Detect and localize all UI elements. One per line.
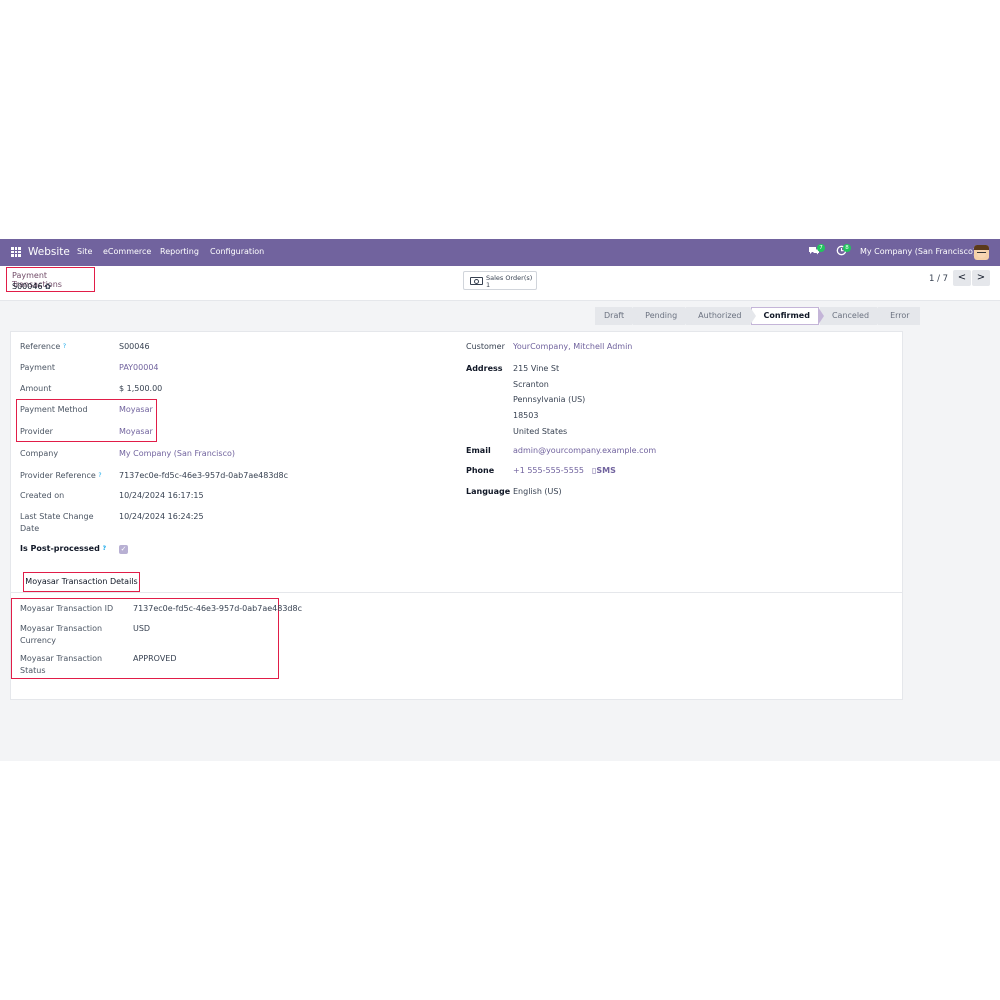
activity-badge: 8 [843, 244, 851, 252]
smart-button-label: Sales Order(s) [486, 274, 533, 282]
payment-link[interactable]: PAY00004 [119, 362, 159, 374]
moyasar-currency-value: USD [133, 624, 151, 633]
created-on-label: Created on [20, 491, 65, 500]
breadcrumb-current: S00046 ✿ [12, 282, 51, 291]
help-icon[interactable]: ? [63, 343, 66, 350]
pager-counter[interactable]: 1 / 7 [929, 274, 948, 284]
stage-confirmed[interactable]: Confirmed [750, 307, 824, 325]
customer-link[interactable]: YourCompany, Mitchell Admin [513, 341, 632, 353]
provider-reference-value: 7137ec0e-fd5c-46e3-957d-0ab7ae483d8c [119, 471, 288, 480]
top-navbar: Website Site eCommerce Reporting Configu… [0, 239, 1000, 266]
address-line-city: Scranton [513, 380, 549, 389]
payment-label: Payment [20, 363, 56, 372]
address-line-country: United States [513, 427, 568, 436]
provider-label: Provider [20, 427, 53, 436]
stage-authorized[interactable]: Authorized [686, 307, 756, 325]
control-panel: Payment Transactions S00046 ✿ Sales Order… [0, 266, 1000, 301]
menu-configuration[interactable]: Configuration [210, 247, 264, 256]
chevron-left-icon: < [957, 272, 967, 283]
sales-orders-smart-button[interactable]: Sales Order(s) 1 [463, 271, 537, 290]
company-link[interactable]: My Company (San Francisco) [119, 448, 235, 460]
amount-label: Amount [20, 384, 52, 393]
apps-grid-icon[interactable] [11, 247, 21, 257]
tab-moyasar-transaction-details[interactable]: Moyasar Transaction Details [23, 572, 140, 592]
app-brand[interactable]: Website [28, 246, 70, 258]
moyasar-status-label: Moyasar Transaction Status [20, 654, 103, 675]
gear-icon[interactable]: ✿ [45, 282, 52, 291]
record-name: S00046 [12, 282, 43, 291]
menu-reporting[interactable]: Reporting [160, 247, 199, 256]
company-label: Company [20, 449, 59, 458]
moyasar-status-value: APPROVED [133, 654, 177, 663]
stage-draft[interactable]: Draft [595, 307, 639, 325]
tab-divider [11, 592, 902, 593]
company-switcher[interactable]: My Company (San Francisco) [860, 247, 976, 256]
last-state-change-label: Last State Change Date [20, 512, 94, 533]
address-line-state: Pennsylvania (US) [513, 395, 586, 404]
last-state-change-value: 10/24/2024 16:24:25 [119, 512, 204, 521]
pager-next-button[interactable]: > [972, 270, 990, 286]
phone-field: +1 555-555-5555 ▯SMS [513, 465, 616, 477]
smart-button-value: 1 [486, 281, 491, 289]
chevron-right-icon: > [976, 272, 986, 283]
moyasar-transaction-id-label: Moyasar Transaction ID [20, 604, 114, 613]
phone-link[interactable]: +1 555-555-5555 [513, 466, 584, 475]
stage-error[interactable]: Error [878, 307, 920, 325]
breadcrumb: Payment Transactions S00046 ✿ [6, 267, 95, 292]
address-label: Address [466, 364, 503, 373]
payment-method-link[interactable]: Moyasar [119, 404, 153, 416]
help-icon[interactable]: ? [98, 472, 101, 479]
moyasar-transaction-id-value: 7137ec0e-fd5c-46e3-957d-0ab7ae483d8c [133, 604, 302, 613]
stage-pending[interactable]: Pending [633, 307, 692, 325]
address-line-street: 215 Vine St [513, 364, 560, 373]
provider-link[interactable]: Moyasar [119, 426, 153, 438]
sms-button[interactable]: ▯SMS [592, 466, 616, 475]
created-on-value: 10/24/2024 16:17:15 [119, 491, 204, 500]
form-sheet: Reference ? S00046 Payment PAY00004 Amou… [10, 331, 903, 700]
menu-ecommerce[interactable]: eCommerce [103, 247, 151, 256]
reference-value: S00046 [119, 342, 150, 351]
language-label: Language [466, 487, 511, 496]
app-screen: Website Site eCommerce Reporting Configu… [0, 239, 1000, 761]
messages-badge: 7 [817, 244, 825, 252]
customer-label: Customer [466, 342, 505, 351]
email-label: Email [466, 446, 491, 455]
phone-label: Phone [466, 466, 495, 475]
reference-label: Reference ? [20, 342, 67, 351]
is-post-processed-label: Is Post-processed ? [20, 544, 107, 553]
language-value: English (US) [513, 487, 562, 496]
help-icon[interactable]: ? [103, 545, 106, 552]
status-bar: Draft Pending Authorized Confirmed Cance… [595, 307, 921, 325]
amount-value: $ 1,500.00 [119, 384, 163, 393]
email-link[interactable]: admin@yourcompany.example.com [513, 445, 656, 457]
provider-reference-label: Provider Reference ? [20, 471, 102, 480]
money-icon [470, 277, 483, 285]
pager-previous-button[interactable]: < [953, 270, 971, 286]
stage-canceled[interactable]: Canceled [819, 307, 884, 325]
payment-method-label: Payment Method [20, 405, 88, 414]
is-post-processed-checkbox[interactable]: ✓ [119, 545, 128, 554]
address-line-zip: 18503 [513, 411, 539, 420]
user-avatar[interactable] [974, 245, 989, 260]
menu-site[interactable]: Site [77, 247, 92, 256]
moyasar-currency-label: Moyasar Transaction Currency [20, 624, 103, 645]
